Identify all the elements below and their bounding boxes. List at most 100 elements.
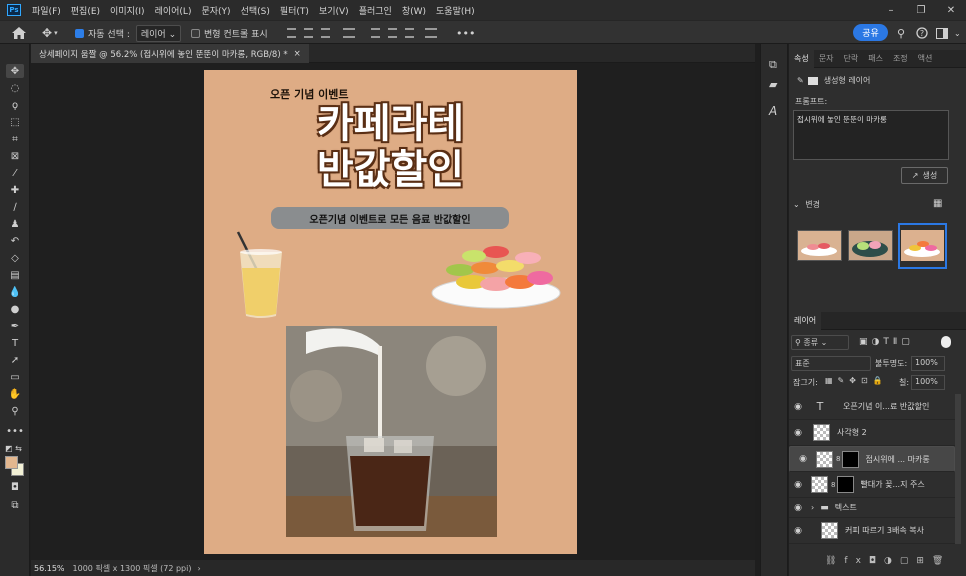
menu-image[interactable]: 이미지(I) bbox=[105, 4, 150, 17]
close-window-button[interactable]: ✕ bbox=[936, 0, 966, 20]
lasso-tool-icon[interactable]: ϙ bbox=[6, 98, 24, 112]
object-select-tool-icon[interactable]: ⬚ bbox=[6, 115, 24, 129]
zoom-tool-icon[interactable]: ⚲ bbox=[6, 404, 24, 418]
visibility-eye-icon[interactable]: ◉ bbox=[794, 454, 812, 464]
artboard[interactable]: 오픈 기념 이벤트 카페라테 반값할인 오픈기념 이벤트로 모든 음료 반값할인 bbox=[204, 70, 577, 554]
rectangle-tool-icon[interactable]: ▭ bbox=[6, 370, 24, 384]
minimize-button[interactable]: – bbox=[876, 0, 906, 20]
tab-paragraph[interactable]: 단락 bbox=[838, 50, 863, 68]
document-tab[interactable]: 상세페이지 움짤 @ 56.2% (접시위에 놓인 뚠뚠이 마카롱, RGB/8… bbox=[31, 44, 309, 63]
variation-thumbnail-1[interactable] bbox=[797, 230, 842, 261]
history-panel-icon[interactable]: ⧉ bbox=[769, 58, 777, 72]
layer-filter-icons[interactable]: ▣◑TⅡ▢ bbox=[859, 337, 914, 347]
reset-colors-icon[interactable]: ◩ ⇆ bbox=[5, 444, 22, 453]
distribute-icon[interactable] bbox=[343, 28, 355, 38]
screen-mode-icon[interactable]: ⧉ bbox=[6, 498, 24, 512]
tab-properties[interactable]: 속성 bbox=[789, 49, 814, 68]
search-icon[interactable]: ⚲ bbox=[897, 21, 905, 45]
chevron-right-icon[interactable]: › bbox=[811, 503, 814, 512]
align-middle-icon[interactable] bbox=[388, 28, 397, 38]
prompt-field[interactable]: 접시위에 놓인 뚠뚠이 마카롱 bbox=[793, 110, 949, 160]
hand-tool-icon[interactable]: ✋ bbox=[6, 387, 24, 401]
close-tab-icon[interactable]: × bbox=[294, 49, 301, 59]
eraser-tool-icon[interactable]: ◇ bbox=[6, 251, 24, 265]
pen-tool-icon[interactable]: ✒ bbox=[6, 319, 24, 333]
align-bottom-icon[interactable] bbox=[405, 28, 414, 38]
transform-controls-checkbox[interactable] bbox=[191, 28, 200, 38]
quick-mask-icon[interactable]: ◘ bbox=[6, 480, 24, 494]
layer-row-macaron-selected[interactable]: ◉ 8 접시위에 ... 마카롱 bbox=[789, 446, 955, 472]
tab-adjustments[interactable]: 조정 bbox=[888, 50, 913, 68]
clone-stamp-tool-icon[interactable]: ♟ bbox=[6, 217, 24, 231]
variations-header[interactable]: ⌄ 변경 bbox=[793, 199, 820, 210]
variation-thumbnail-2[interactable] bbox=[848, 230, 893, 261]
foreground-color-swatch[interactable] bbox=[5, 456, 18, 469]
crop-tool-icon[interactable]: ⌗ bbox=[6, 132, 24, 146]
tab-paths[interactable]: 패스 bbox=[863, 50, 888, 68]
visibility-eye-icon[interactable]: ◉ bbox=[789, 526, 807, 536]
layer-row-coffee-video[interactable]: ◉ 커피 따르기 3배속 복사 bbox=[789, 518, 955, 544]
visibility-eye-icon[interactable]: ◉ bbox=[789, 503, 807, 513]
layer-row-text-group[interactable]: ◉ › ▬ 텍스트 bbox=[789, 498, 955, 518]
menu-help[interactable]: 도움말(H) bbox=[431, 4, 480, 17]
visibility-eye-icon[interactable]: ◉ bbox=[789, 428, 807, 438]
layer-filter-dropdown[interactable]: ⚲ 종류 ⌄ bbox=[791, 335, 849, 350]
filter-toggle-icon[interactable] bbox=[941, 336, 951, 348]
layer-row-rectangle[interactable]: ◉ 사각형 2 bbox=[789, 420, 955, 446]
move-tool-icon[interactable]: ✥ ▾ bbox=[42, 21, 58, 45]
menu-view[interactable]: 보기(V) bbox=[314, 4, 354, 17]
align-top-icon[interactable] bbox=[371, 28, 380, 38]
layer-row-juice[interactable]: ◉ 8 빨대가 꽂...지 주스 bbox=[789, 472, 955, 498]
eyedropper-tool-icon[interactable]: ⁄ bbox=[6, 166, 24, 180]
workspace-icon[interactable] bbox=[936, 21, 948, 45]
lock-icons[interactable]: ▦✎✥⊡🔒 bbox=[825, 376, 888, 385]
generate-button[interactable]: ↗ 생성 bbox=[901, 167, 948, 184]
opacity-field[interactable]: 100% bbox=[911, 356, 945, 371]
path-select-tool-icon[interactable]: ➚ bbox=[6, 353, 24, 367]
menu-edit[interactable]: 편집(E) bbox=[66, 4, 105, 17]
zoom-level[interactable]: 56.15% bbox=[34, 564, 65, 573]
align-left-icon[interactable] bbox=[287, 28, 296, 38]
share-button[interactable]: 공유 bbox=[853, 24, 888, 41]
home-icon[interactable] bbox=[12, 21, 26, 45]
menu-plugins[interactable]: 플러그인 bbox=[354, 4, 397, 17]
distribute-vertical-icon[interactable] bbox=[425, 28, 437, 38]
frame-tool-icon[interactable]: ⊠ bbox=[6, 149, 24, 163]
help-icon[interactable]: ? bbox=[916, 21, 928, 45]
auto-select-checkbox[interactable] bbox=[75, 28, 84, 38]
align-center-icon[interactable] bbox=[304, 28, 313, 38]
type-tool-icon[interactable]: T bbox=[6, 336, 24, 350]
menu-filter[interactable]: 필터(T) bbox=[275, 4, 314, 17]
tab-character[interactable]: 문자 bbox=[814, 50, 839, 68]
blend-mode-dropdown[interactable]: 표준 bbox=[791, 356, 871, 371]
variation-thumbnail-3-selected[interactable] bbox=[898, 223, 947, 269]
blur-tool-icon[interactable]: 💧 bbox=[6, 285, 24, 299]
auto-select-dropdown[interactable]: 레이어 ⌄ bbox=[135, 24, 182, 42]
menu-select[interactable]: 선택(S) bbox=[236, 4, 275, 17]
character-panel-icon[interactable]: A bbox=[769, 104, 777, 118]
menu-window[interactable]: 창(W) bbox=[397, 4, 431, 17]
layers-footer-icons[interactable]: ⛓fx◘◑▢⊞🗑 bbox=[825, 556, 951, 566]
layer-row-text[interactable]: ◉ T 오픈기념 이...료 반값할인 bbox=[789, 394, 955, 420]
grid-view-icon[interactable]: ▦ bbox=[933, 198, 942, 209]
brush-tool-icon[interactable]: ∕ bbox=[6, 200, 24, 214]
visibility-eye-icon[interactable]: ◉ bbox=[789, 480, 807, 490]
chevron-down-icon[interactable]: ⌄ bbox=[954, 21, 961, 45]
visibility-eye-icon[interactable]: ◉ bbox=[789, 402, 807, 412]
menu-type[interactable]: 문자(Y) bbox=[196, 4, 235, 17]
healing-brush-tool-icon[interactable]: ✚ bbox=[6, 183, 24, 197]
fill-field[interactable]: 100% bbox=[911, 375, 945, 390]
more-tools-icon[interactable]: ••• bbox=[6, 424, 24, 438]
menu-file[interactable]: 파일(F) bbox=[27, 4, 66, 17]
status-menu-arrow[interactable]: › bbox=[197, 564, 200, 573]
align-right-icon[interactable] bbox=[321, 28, 330, 38]
move-tool-icon[interactable]: ✥ bbox=[6, 64, 24, 78]
maximize-button[interactable]: ❐ bbox=[906, 0, 936, 20]
tab-actions[interactable]: 액션 bbox=[913, 50, 938, 68]
layers-scrollbar[interactable] bbox=[955, 394, 961, 544]
history-brush-tool-icon[interactable]: ↶ bbox=[6, 234, 24, 248]
menu-layer[interactable]: 레이어(L) bbox=[150, 4, 197, 17]
marquee-tool-icon[interactable]: ◌ bbox=[6, 81, 24, 95]
more-options-icon[interactable]: ••• bbox=[456, 21, 475, 45]
gradient-tool-icon[interactable]: ▤ bbox=[6, 268, 24, 282]
